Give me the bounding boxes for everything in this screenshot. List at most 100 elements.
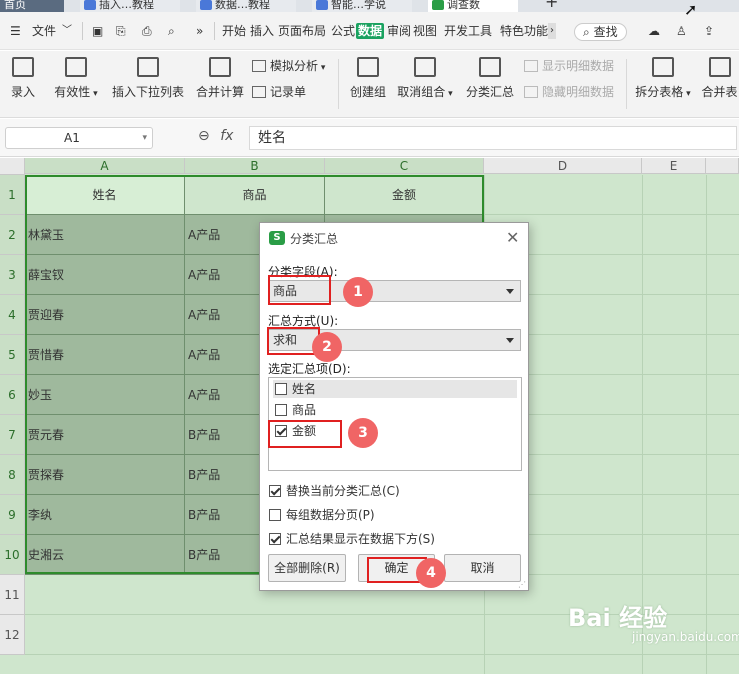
more-icon[interactable]: » <box>196 23 203 39</box>
menu-insert[interactable]: 插入 <box>250 23 274 39</box>
data-cell[interactable]: 妙玉 <box>25 375 185 415</box>
chevron-down-icon[interactable]: ﹀ <box>62 23 72 39</box>
dialog-title-bar[interactable]: S 分类汇总 ✕ <box>260 223 528 253</box>
row-header[interactable]: 1 <box>0 175 25 215</box>
menu-formula[interactable]: 公式 <box>331 23 355 39</box>
menu-bar: ☰ 文件 ﹀ ▣ ⎘ ⎙ ⌕ » 开始 插入 页面布局 公式 数据 审阅 视图 … <box>0 12 739 50</box>
formula-input[interactable]: 姓名 <box>249 126 737 150</box>
preview-icon[interactable]: ⌕ <box>168 23 175 39</box>
data-cell[interactable]: 贾迎春 <box>25 295 185 335</box>
consolidate-button[interactable]: 合并计算 <box>192 57 248 100</box>
show-detail-button[interactable]: 显示明细数据 <box>524 57 614 74</box>
column-header-blank[interactable] <box>706 158 739 174</box>
row-header[interactable]: 2 <box>0 215 25 255</box>
tab-home[interactable]: 首页 <box>0 0 64 12</box>
remove-all-button[interactable]: 全部删除(R) <box>268 554 346 582</box>
record-form-button[interactable]: 记录单 <box>252 83 306 100</box>
row-header[interactable]: 3 <box>0 255 25 295</box>
row-header[interactable]: 4 <box>0 295 25 335</box>
hide-detail-button[interactable]: 隐藏明细数据 <box>524 83 614 100</box>
checkbox-name[interactable] <box>275 383 287 395</box>
row-header[interactable]: 12 <box>0 615 25 655</box>
menu-review[interactable]: 审阅 <box>387 23 411 39</box>
row-header[interactable]: 9 <box>0 495 25 535</box>
tab-active-sheet[interactable]: 调查数 <box>428 0 518 12</box>
search-icon: ⌕ <box>583 25 590 39</box>
create-group-button[interactable]: 创建组 <box>346 57 390 100</box>
menu-file[interactable]: 文件 <box>32 23 56 39</box>
list-item-name[interactable]: 姓名 <box>273 380 517 398</box>
record-form-icon <box>252 86 266 98</box>
import-button[interactable]: 录入 <box>0 57 46 100</box>
menu-data[interactable]: 数据 <box>356 23 385 39</box>
column-header-e[interactable]: E <box>642 158 706 174</box>
annotation-badge-2: 2 <box>312 332 342 362</box>
row-header[interactable]: 7 <box>0 415 25 455</box>
menu-view[interactable]: 视图 <box>413 23 437 39</box>
cancel-button[interactable]: 取消 <box>444 554 521 582</box>
print-icon[interactable]: ⎙ <box>142 23 152 39</box>
row-header[interactable]: 10 <box>0 535 25 575</box>
data-cell[interactable]: 李纨 <box>25 495 185 535</box>
export-icon[interactable]: ⎘ <box>116 23 126 39</box>
menu-start[interactable]: 开始 <box>222 23 246 39</box>
cloud-icon[interactable]: ☁ <box>648 23 660 39</box>
hamburger-icon[interactable]: ☰ <box>10 23 21 39</box>
menu-page-layout[interactable]: 页面布局 <box>278 23 326 39</box>
checkbox-below[interactable] <box>269 533 281 545</box>
menu-features[interactable]: 特色功能 <box>500 23 548 39</box>
header-cell[interactable]: 商品 <box>185 175 325 215</box>
chevron-down-icon[interactable]: ▾ <box>142 128 147 148</box>
merge-table-button[interactable]: 合并表 <box>700 57 739 100</box>
tab-doc-2[interactable]: 数据…教程 <box>196 0 296 12</box>
save-icon[interactable]: ▣ <box>92 23 103 39</box>
row-header[interactable]: 8 <box>0 455 25 495</box>
data-cell[interactable]: 贾惜春 <box>25 335 185 375</box>
user-icon[interactable]: ♙ <box>676 23 687 39</box>
option-page-break[interactable]: 每组数据分页(P) <box>269 506 375 523</box>
zoom-icon[interactable]: ⊖ <box>198 128 210 144</box>
select-all-corner[interactable] <box>0 158 25 175</box>
what-if-button[interactable]: 模拟分析 ▾ <box>252 57 325 74</box>
tab-doc-1[interactable]: 插入…教程 <box>80 0 180 12</box>
subtotal-label: 分类汇总 <box>465 85 514 99</box>
checkbox-product[interactable] <box>275 404 287 416</box>
fx-icon[interactable]: fx <box>220 128 233 144</box>
tab-doc-3[interactable]: 智能…学说 <box>312 0 412 12</box>
merge-table-label: 合并表 <box>701 85 738 99</box>
row-header[interactable]: 6 <box>0 375 25 415</box>
checkbox-replace[interactable] <box>269 485 281 497</box>
insert-dropdown-list-button[interactable]: 插入下拉列表 <box>108 57 188 100</box>
name-box[interactable]: A1 ▾ <box>5 127 153 149</box>
header-cell[interactable]: 姓名 <box>25 175 185 215</box>
data-cell[interactable]: 史湘云 <box>25 535 185 575</box>
column-header-c[interactable]: C <box>325 158 484 174</box>
data-cell[interactable]: 林黛玉 <box>25 215 185 255</box>
list-item-product[interactable]: 商品 <box>275 401 316 419</box>
menu-developer[interactable]: 开发工具 <box>444 23 492 39</box>
search-box[interactable]: ⌕ 查找 <box>574 23 627 41</box>
column-header-a[interactable]: A <box>25 158 185 174</box>
separator <box>82 22 83 40</box>
word-doc-icon <box>200 0 212 10</box>
new-tab-icon[interactable]: + <box>545 0 558 11</box>
option-replace[interactable]: 替换当前分类汇总(C) <box>269 482 400 499</box>
close-icon[interactable]: ✕ <box>506 228 519 247</box>
resize-grip-icon[interactable]: ⋰ <box>518 580 526 589</box>
share-icon[interactable]: ⇪ <box>704 23 714 39</box>
scroll-right-icon[interactable]: › <box>548 23 556 39</box>
header-cell[interactable]: 金额 <box>325 175 484 215</box>
split-table-button[interactable]: 拆分表格 ▾ <box>632 57 694 100</box>
column-header-b[interactable]: B <box>185 158 325 174</box>
data-cell[interactable]: 薛宝钗 <box>25 255 185 295</box>
checkbox-page-break[interactable] <box>269 509 281 521</box>
data-cell[interactable]: 贾探春 <box>25 455 185 495</box>
row-header[interactable]: 11 <box>0 575 25 615</box>
subtotal-button[interactable]: 分类汇总 <box>462 57 518 100</box>
column-header-d[interactable]: D <box>484 158 642 174</box>
option-below[interactable]: 汇总结果显示在数据下方(S) <box>269 530 435 547</box>
row-header[interactable]: 5 <box>0 335 25 375</box>
validity-button[interactable]: 有效性 ▾ <box>52 57 100 100</box>
data-cell[interactable]: 贾元春 <box>25 415 185 455</box>
ungroup-button[interactable]: 取消组合 ▾ <box>394 57 456 100</box>
